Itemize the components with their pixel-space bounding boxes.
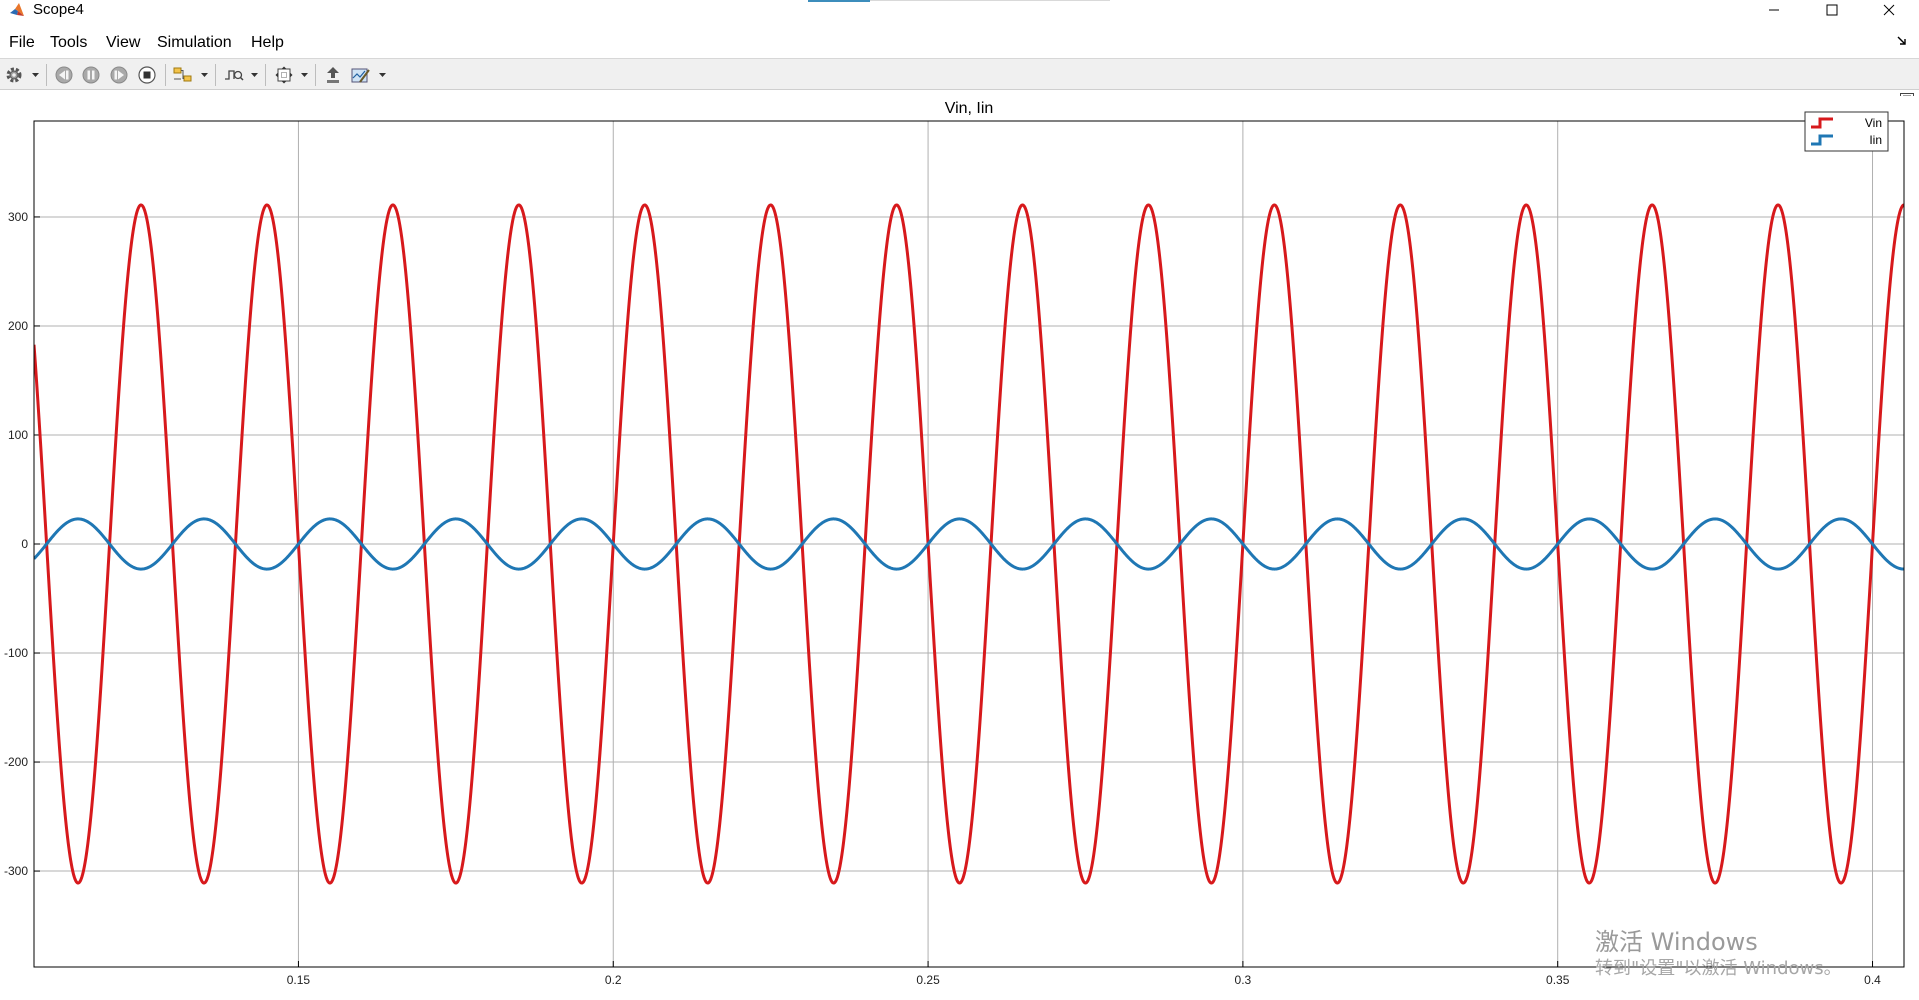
toolbar-separator: [315, 64, 316, 86]
title-divider: [870, 0, 1110, 1]
menu-help[interactable]: Help: [250, 33, 285, 53]
trigger-icon: [225, 70, 244, 81]
legend[interactable]: Vin Iin: [1804, 111, 1889, 152]
chevron-down-icon: [379, 72, 386, 77]
y-tick-label: -200: [4, 755, 28, 769]
step-back-icon: [55, 66, 73, 84]
chevron-down-icon: [251, 72, 258, 77]
configuration-button[interactable]: [3, 64, 25, 86]
minimize-icon: [1769, 9, 1779, 11]
pause-icon: [82, 66, 100, 84]
chevron-down-icon: [301, 72, 308, 77]
cursor-measurements-button[interactable]: [322, 64, 344, 86]
toolbar-separator: [215, 64, 216, 86]
menu-bar: File Tools View Simulation Help: [0, 30, 1919, 56]
x-tick-label: 0.3: [1235, 973, 1252, 987]
y-tick-label: 0: [21, 537, 28, 551]
edit-style-icon: [351, 68, 370, 83]
style-dropdown[interactable]: [378, 64, 387, 86]
x-tick-label: 0.15: [287, 973, 311, 987]
maximize-button[interactable]: [1809, 0, 1855, 20]
highlight-block-button[interactable]: [172, 64, 194, 86]
matlab-logo-icon: [10, 3, 24, 16]
y-tick-label: 200: [8, 319, 28, 333]
y-tick-label: -300: [4, 864, 28, 878]
plot-background: [0, 96, 1919, 1000]
zoom-fit-icon: [275, 66, 293, 84]
watermark-subtitle: 转到"设置"以激活 Windows。: [1595, 958, 1842, 979]
legend-label-vin: Vin: [1865, 116, 1882, 130]
y-tick-label: 100: [8, 428, 28, 442]
scope-plot[interactable]: Vin, Iin 0.15 0.2 0.25 0.3 0.35 0.4 -300 -200 -1…: [0, 96, 1919, 1000]
close-button[interactable]: [1866, 0, 1912, 20]
triggers-button[interactable]: [223, 64, 245, 86]
step-back-button[interactable]: [53, 64, 75, 86]
toolbar: [0, 58, 1919, 90]
y-tick-label: 300: [8, 210, 28, 224]
toolbar-separator: [46, 64, 47, 86]
chevron-down-icon: [201, 72, 208, 77]
legend-label-iin: Iin: [1869, 133, 1882, 147]
title-bar: Scope4: [0, 0, 1919, 20]
menu-tools[interactable]: Tools: [49, 33, 88, 53]
window-title: Scope4: [33, 1, 84, 18]
menu-file[interactable]: File: [8, 33, 36, 53]
gear-icon: [6, 67, 22, 83]
configuration-dropdown[interactable]: [31, 64, 40, 86]
step-forward-button[interactable]: [108, 64, 130, 86]
toolbar-separator: [265, 64, 266, 86]
close-icon: [1883, 4, 1895, 16]
x-tick-label: 0.2: [605, 973, 622, 987]
zoom-dropdown[interactable]: [300, 64, 309, 86]
highlight-dropdown[interactable]: [200, 64, 209, 86]
chevron-down-icon: [32, 72, 39, 77]
x-tick-label: 0.4: [1864, 973, 1881, 987]
watermark-title: 激活 Windows: [1595, 928, 1758, 956]
menu-view[interactable]: View: [105, 33, 141, 53]
maximize-icon: [1826, 4, 1838, 16]
plot-title: Vin, Iin: [945, 100, 994, 117]
stop-icon: [138, 66, 156, 84]
x-tick-label: 0.25: [916, 973, 940, 987]
toolbar-separator: [165, 64, 166, 86]
style-button[interactable]: [350, 64, 372, 86]
cursor-measure-icon: [327, 67, 339, 83]
step-forward-icon: [110, 66, 128, 84]
pause-button[interactable]: [80, 64, 102, 86]
y-tick-label: -100: [4, 646, 28, 660]
undock-arrow-icon[interactable]: [1895, 34, 1909, 48]
zoom-button[interactable]: [273, 64, 295, 86]
minimize-button[interactable]: [1751, 0, 1797, 20]
title-accent-strip: [808, 0, 870, 2]
signal-highlight-icon: [173, 67, 192, 82]
x-tick-label: 0.35: [1546, 973, 1570, 987]
stop-button[interactable]: [136, 64, 158, 86]
triggers-dropdown[interactable]: [250, 64, 259, 86]
menu-simulation[interactable]: Simulation: [156, 33, 233, 53]
